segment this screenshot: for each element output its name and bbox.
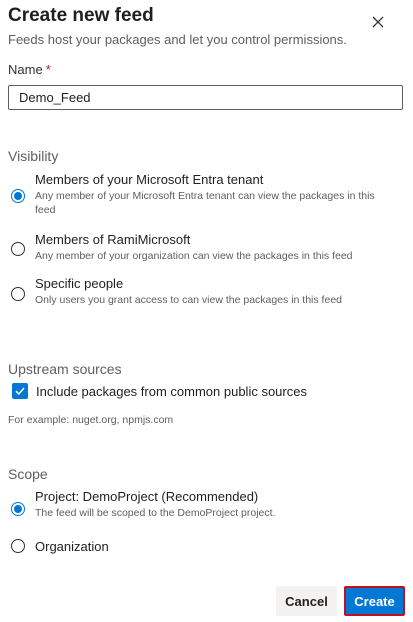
scope-option-project[interactable]: Project: DemoProject (Recommended) The f… (8, 489, 408, 521)
scope-option-title: Project: DemoProject (Recommended) (35, 489, 259, 504)
dialog-title: Create new feed (8, 5, 154, 26)
create-feed-panel: Create new feed Feeds host your packages… (0, 0, 413, 622)
required-marker: * (45, 62, 51, 77)
create-button[interactable]: Create (344, 586, 405, 616)
visibility-radio-entra-tenant[interactable] (11, 189, 25, 203)
cancel-button[interactable]: Cancel (276, 586, 337, 616)
scope-label: Scope (8, 466, 48, 482)
name-field-label: Name * (8, 62, 51, 77)
scope-radio-organization[interactable] (11, 539, 25, 553)
checkmark-icon (15, 387, 25, 396)
scope-option-description: The feed will be scoped to the DemoProje… (35, 507, 276, 519)
visibility-option-organization-members[interactable]: Members of RamiMicrosoft Any member of y… (8, 232, 408, 264)
close-icon (372, 16, 384, 28)
visibility-option-specific-people[interactable]: Specific people Only users you grant acc… (8, 276, 408, 308)
scope-radio-project[interactable] (11, 502, 25, 516)
include-public-sources-checkbox[interactable] (12, 383, 28, 399)
visibility-option-title: Members of RamiMicrosoft (35, 232, 191, 247)
scope-option-organization[interactable]: Organization (8, 539, 408, 557)
visibility-option-description: Any member of your organization can view… (35, 250, 353, 262)
visibility-option-description: Any member of your Microsoft Entra tenan… (35, 190, 375, 216)
upstream-example-text: For example: nuget.org, npmjs.com (8, 414, 174, 426)
visibility-option-title: Specific people (35, 276, 124, 291)
visibility-radio-specific-people[interactable] (11, 287, 25, 301)
visibility-option-entra-tenant[interactable]: Members of your Microsoft Entra tenant A… (8, 172, 408, 216)
visibility-label: Visibility (8, 148, 59, 164)
name-input[interactable] (8, 85, 403, 110)
visibility-option-description: Only users you grant access to can view … (35, 294, 342, 306)
close-button[interactable] (366, 10, 390, 34)
scope-option-title: Organization (35, 539, 109, 554)
dialog-subtitle: Feeds host your packages and let you con… (8, 32, 347, 47)
upstream-sources-label: Upstream sources (8, 361, 122, 377)
include-public-sources-option[interactable]: Include packages from common public sour… (8, 382, 408, 402)
name-label-text: Name (8, 62, 43, 77)
include-public-sources-label: Include packages from common public sour… (36, 384, 307, 399)
visibility-option-title: Members of your Microsoft Entra tenant (35, 172, 264, 187)
visibility-radio-organization-members[interactable] (11, 242, 25, 256)
